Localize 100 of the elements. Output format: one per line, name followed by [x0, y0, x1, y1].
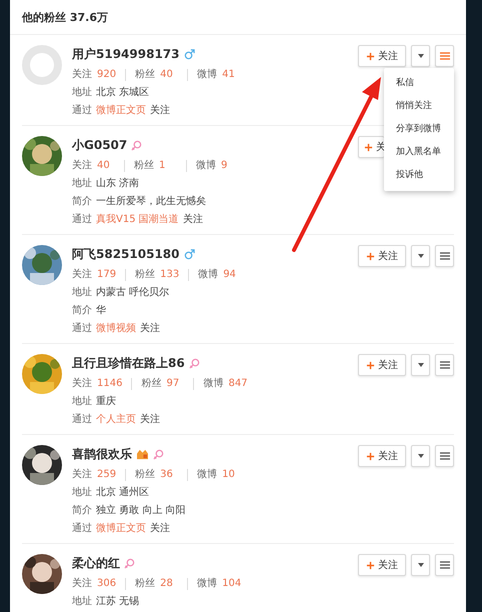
user-name[interactable]: 且行且珍惜在路上86: [72, 354, 185, 372]
follow-button[interactable]: 关注: [358, 354, 406, 376]
menu-button[interactable]: [435, 554, 454, 576]
source-link[interactable]: 微博视频: [96, 323, 136, 335]
info-label: 简介: [72, 505, 92, 517]
dropdown-button[interactable]: [411, 445, 430, 467]
source-suffix: 关注: [140, 414, 160, 426]
info-label: 地址: [72, 87, 92, 99]
stat-count[interactable]: 847: [228, 378, 248, 390]
source-link[interactable]: 真我V15 国潮当道: [96, 214, 179, 226]
menu-item[interactable]: 分享到微博: [384, 118, 454, 141]
dropdown-button[interactable]: [411, 354, 430, 376]
dropdown-button[interactable]: [411, 45, 430, 67]
stat-count[interactable]: 1146: [97, 378, 122, 390]
source-suffix: 关注: [140, 323, 160, 335]
menu-button[interactable]: [435, 45, 454, 67]
stat-label: 粉丝: [135, 69, 156, 81]
source-label: 通过: [72, 323, 92, 335]
stat-count[interactable]: 28: [160, 578, 178, 590]
stat-label: 微博: [197, 469, 218, 481]
stat-count[interactable]: 306: [97, 578, 116, 590]
info-value: 江苏 无锡: [96, 596, 140, 608]
stat-label: 粉丝: [135, 469, 156, 481]
stat-count[interactable]: 97: [166, 378, 184, 390]
stat-label: 粉丝: [135, 269, 156, 281]
stat-count[interactable]: 179: [97, 269, 116, 281]
stat-count[interactable]: 41: [222, 69, 240, 81]
info-label: 简介: [72, 196, 92, 208]
stat-label: 关注: [72, 69, 92, 81]
caret-icon: [418, 563, 424, 567]
follow-button[interactable]: 关注: [358, 245, 406, 267]
stat-label: 粉丝: [134, 160, 154, 172]
source-label: 通过: [72, 105, 92, 117]
dropdown-button[interactable]: [411, 245, 430, 267]
plus-icon: [366, 360, 375, 370]
stat-count[interactable]: 104: [222, 578, 242, 590]
stat-label: 关注: [72, 378, 92, 390]
menu-icon: [440, 361, 450, 369]
info-value: 一生所爱琴，此生无憾矣: [96, 196, 206, 208]
plus-icon: [364, 142, 373, 152]
info-value: 华: [96, 305, 106, 317]
menu-icon: [440, 452, 450, 460]
menu-button[interactable]: [435, 354, 454, 376]
stat-label: 关注: [72, 469, 92, 481]
stat-count[interactable]: 133: [160, 269, 180, 281]
user-name[interactable]: 柔心的红: [72, 554, 120, 572]
user-name[interactable]: 喜鹊很欢乐: [72, 446, 132, 462]
menu-item[interactable]: 悄悄关注: [384, 95, 454, 118]
plus-icon: [366, 452, 375, 460]
menu-button[interactable]: [435, 445, 454, 467]
source-suffix: 关注: [150, 105, 170, 117]
follow-button[interactable]: 关注: [358, 45, 406, 67]
stat-count[interactable]: 36: [160, 469, 178, 481]
plus-icon: [366, 560, 375, 570]
source-link[interactable]: 个人主页: [96, 414, 136, 426]
source-label: 通过: [72, 523, 92, 535]
caret-icon: [418, 363, 424, 367]
menu-item[interactable]: 加入黑名单: [384, 141, 454, 164]
stat-count[interactable]: 94: [223, 269, 242, 281]
follow-button[interactable]: 关注: [358, 554, 406, 576]
stat-label: 微博: [198, 269, 218, 281]
menu-item[interactable]: 投诉他: [384, 164, 454, 187]
source-link[interactable]: 微博正文页: [96, 523, 146, 535]
info-label: 地址: [72, 596, 92, 608]
dropdown-button[interactable]: [411, 554, 430, 576]
info-label: 地址: [72, 178, 92, 190]
caret-icon: [418, 54, 424, 58]
source-link[interactable]: 微博正文页: [96, 105, 146, 117]
info-label: 地址: [72, 287, 92, 299]
stat-count[interactable]: 1: [159, 160, 177, 172]
caret-icon: [418, 454, 424, 458]
menu-item[interactable]: 私信: [384, 72, 454, 95]
stat-label: 微博: [197, 69, 218, 81]
stat-count[interactable]: 40: [160, 69, 178, 81]
stat-label: 关注: [72, 578, 92, 590]
user-name[interactable]: 用户5194998173: [72, 46, 180, 62]
info-value: 山东 济南: [96, 178, 140, 190]
stat-label: 粉丝: [135, 578, 156, 590]
plus-icon: [366, 252, 375, 260]
menu-icon: [440, 52, 450, 60]
stat-label: 微博: [197, 578, 218, 590]
menu-icon: [440, 561, 450, 569]
info-value: 北京 通州区: [96, 487, 150, 499]
user-name[interactable]: 阿飞5825105180: [72, 246, 180, 262]
stat-count[interactable]: 10: [222, 469, 240, 481]
stat-count[interactable]: 920: [97, 69, 116, 81]
info-value: 重庆: [96, 396, 116, 408]
info-label: 地址: [72, 487, 92, 499]
follow-button[interactable]: 关注: [358, 445, 406, 467]
info-label: 地址: [72, 396, 92, 408]
stat-count[interactable]: 259: [97, 469, 116, 481]
info-label: 简介: [72, 305, 92, 317]
stat-count[interactable]: 40: [97, 160, 115, 172]
stat-label: 微博: [196, 160, 216, 172]
stat-count[interactable]: 9: [221, 160, 239, 172]
source-label: 通过: [72, 214, 92, 226]
info-value: 独立 勇敢 向上 向阳: [96, 505, 186, 517]
stat-label: 关注: [72, 269, 92, 281]
menu-button[interactable]: [435, 245, 454, 267]
user-name[interactable]: 小G0507: [72, 136, 128, 154]
